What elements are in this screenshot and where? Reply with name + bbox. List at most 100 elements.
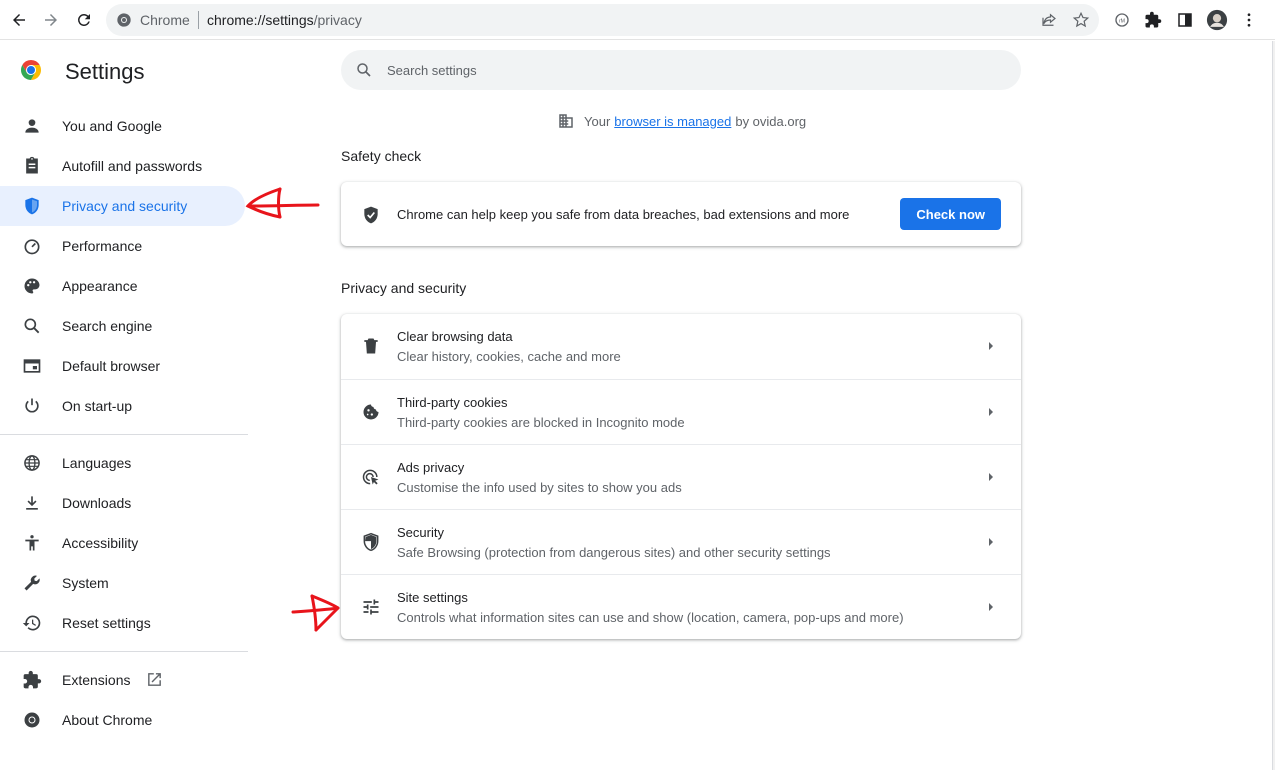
- row-subtitle: Third-party cookies are blocked in Incog…: [397, 415, 685, 430]
- nav-label: Downloads: [62, 495, 132, 511]
- address-bar[interactable]: Chrome chrome://settings/privacy: [106, 4, 1099, 36]
- safety-check-row: Chrome can help keep you safe from data …: [341, 182, 1021, 246]
- download-icon: [22, 493, 42, 513]
- nav-you-and-google[interactable]: You and Google: [0, 106, 245, 146]
- security-row[interactable]: Security Safe Browsing (protection from …: [341, 509, 1021, 574]
- nav-performance[interactable]: Performance: [0, 226, 245, 266]
- nav-appearance[interactable]: Appearance: [0, 266, 245, 306]
- safety-check-heading: Safety check: [341, 148, 422, 164]
- managed-suffix: by ovida.org: [735, 113, 807, 129]
- chrome-site-icon: [117, 13, 131, 27]
- nav-languages[interactable]: Languages: [0, 443, 245, 483]
- reload-icon: [78, 13, 90, 26]
- nav-about-chrome[interactable]: About Chrome: [0, 700, 245, 740]
- chevron-right-icon: [989, 603, 993, 611]
- side-panel-icon: [1178, 13, 1192, 27]
- arrow-left-icon: [13, 14, 25, 26]
- row-subtitle: Controls what information sites can use …: [397, 610, 904, 625]
- bookmark-star-icon[interactable]: [1072, 11, 1090, 29]
- chevron-right-icon: [989, 342, 993, 350]
- search-settings-input[interactable]: [387, 60, 987, 80]
- nav-label: Appearance: [62, 278, 138, 294]
- search-settings-box[interactable]: [341, 50, 1021, 90]
- shield-icon: [363, 532, 379, 552]
- nav-label: Default browser: [62, 358, 161, 374]
- back-button[interactable]: [6, 7, 32, 33]
- extensions-button[interactable]: [1140, 7, 1166, 33]
- safety-check-card: Chrome can help keep you safe from data …: [341, 182, 1021, 246]
- safety-check-text: Chrome can help keep you safe from data …: [397, 207, 850, 222]
- share-icon[interactable]: [1040, 11, 1058, 29]
- check-now-button[interactable]: Check now: [900, 198, 1001, 230]
- nav-label: On start-up: [62, 398, 133, 414]
- profile-avatar-button[interactable]: [1204, 7, 1230, 33]
- site-settings-row[interactable]: Site settings Controls what information …: [341, 574, 1021, 639]
- page-title: Settings: [65, 59, 145, 84]
- nav-system[interactable]: System: [0, 563, 245, 603]
- row-title: Ads privacy: [397, 460, 465, 475]
- row-title: Third-party cookies: [397, 395, 508, 410]
- nav-on-start-up[interactable]: On start-up: [0, 386, 245, 426]
- building-icon: [559, 114, 573, 128]
- shield-check-icon: [364, 206, 378, 224]
- open-in-new-icon: [148, 673, 161, 686]
- puzzle-icon: [22, 670, 42, 690]
- nav-label: About Chrome: [62, 712, 153, 728]
- browser-managed-link[interactable]: browser is managed: [614, 114, 731, 129]
- annotation-arrow-privacy: [245, 187, 320, 219]
- nav-search-engine[interactable]: Search engine: [0, 306, 245, 346]
- nav-label: Autofill and passwords: [62, 158, 203, 174]
- nav-autofill[interactable]: Autofill and passwords: [0, 146, 245, 186]
- palette-icon: [22, 276, 42, 296]
- third-party-cookies-row[interactable]: Third-party cookies Third-party cookies …: [341, 379, 1021, 444]
- origin-chip: Chrome: [140, 12, 190, 28]
- managed-prefix: Your: [584, 113, 611, 129]
- nav-label: You and Google: [62, 118, 162, 134]
- nav-accessibility[interactable]: Accessibility: [0, 523, 245, 563]
- url-path: /privacy: [313, 12, 362, 28]
- extension-rm-button[interactable]: rM: [1109, 7, 1135, 33]
- chevron-right-icon: [989, 538, 993, 546]
- url-host: chrome://settings: [207, 12, 314, 28]
- nav-label: Performance: [62, 238, 143, 254]
- wrench-icon: [22, 573, 42, 593]
- chevron-right-icon: [989, 408, 993, 416]
- nav-downloads[interactable]: Downloads: [0, 483, 245, 523]
- row-title: Clear browsing data: [397, 329, 513, 344]
- nav-divider: [0, 651, 248, 652]
- nav-default-browser[interactable]: Default browser: [0, 346, 245, 386]
- tune-sliders-icon: [363, 599, 379, 615]
- nav-label: Languages: [62, 455, 132, 471]
- nav-privacy-and-security[interactable]: Privacy and security: [0, 186, 245, 226]
- nav-label: Search engine: [62, 318, 153, 334]
- svg-text:rM: rM: [1119, 18, 1125, 24]
- shield-icon: [22, 196, 42, 216]
- puzzle-icon: [1145, 11, 1162, 28]
- power-icon: [22, 396, 42, 416]
- chrome-logo-icon: [22, 710, 42, 730]
- search-icon: [22, 316, 42, 336]
- nav-extensions[interactable]: Extensions: [0, 660, 245, 700]
- nav-label: Extensions: [62, 672, 131, 688]
- speedometer-icon: [22, 236, 42, 256]
- url-text: chrome://settings/privacy: [207, 12, 362, 28]
- forward-button[interactable]: [38, 7, 64, 33]
- ads-privacy-row[interactable]: Ads privacy Customise the info used by s…: [341, 444, 1021, 509]
- row-subtitle: Customise the info used by sites to show…: [397, 480, 682, 495]
- settings-nav: You and Google Autofill and passwords Pr…: [0, 106, 248, 740]
- trash-icon: [364, 338, 378, 354]
- kebab-menu-icon: [1247, 13, 1251, 27]
- clear-browsing-data-row[interactable]: Clear browsing data Clear history, cooki…: [341, 314, 1021, 379]
- side-panel-button[interactable]: [1172, 7, 1198, 33]
- globe-icon: [22, 453, 42, 473]
- browser-window-icon: [22, 356, 42, 376]
- annotation-arrow-site-settings: [291, 594, 341, 632]
- chrome-menu-button[interactable]: [1236, 7, 1262, 33]
- managed-notice: Your browser is managed by ovida.org: [557, 112, 806, 130]
- reload-button[interactable]: [71, 7, 97, 33]
- nav-label: Reset settings: [62, 615, 151, 631]
- nav-label: Privacy and security: [62, 198, 188, 214]
- chrome-logo-icon: [21, 60, 41, 80]
- nav-label: Accessibility: [62, 535, 139, 551]
- nav-reset-settings[interactable]: Reset settings: [0, 603, 245, 643]
